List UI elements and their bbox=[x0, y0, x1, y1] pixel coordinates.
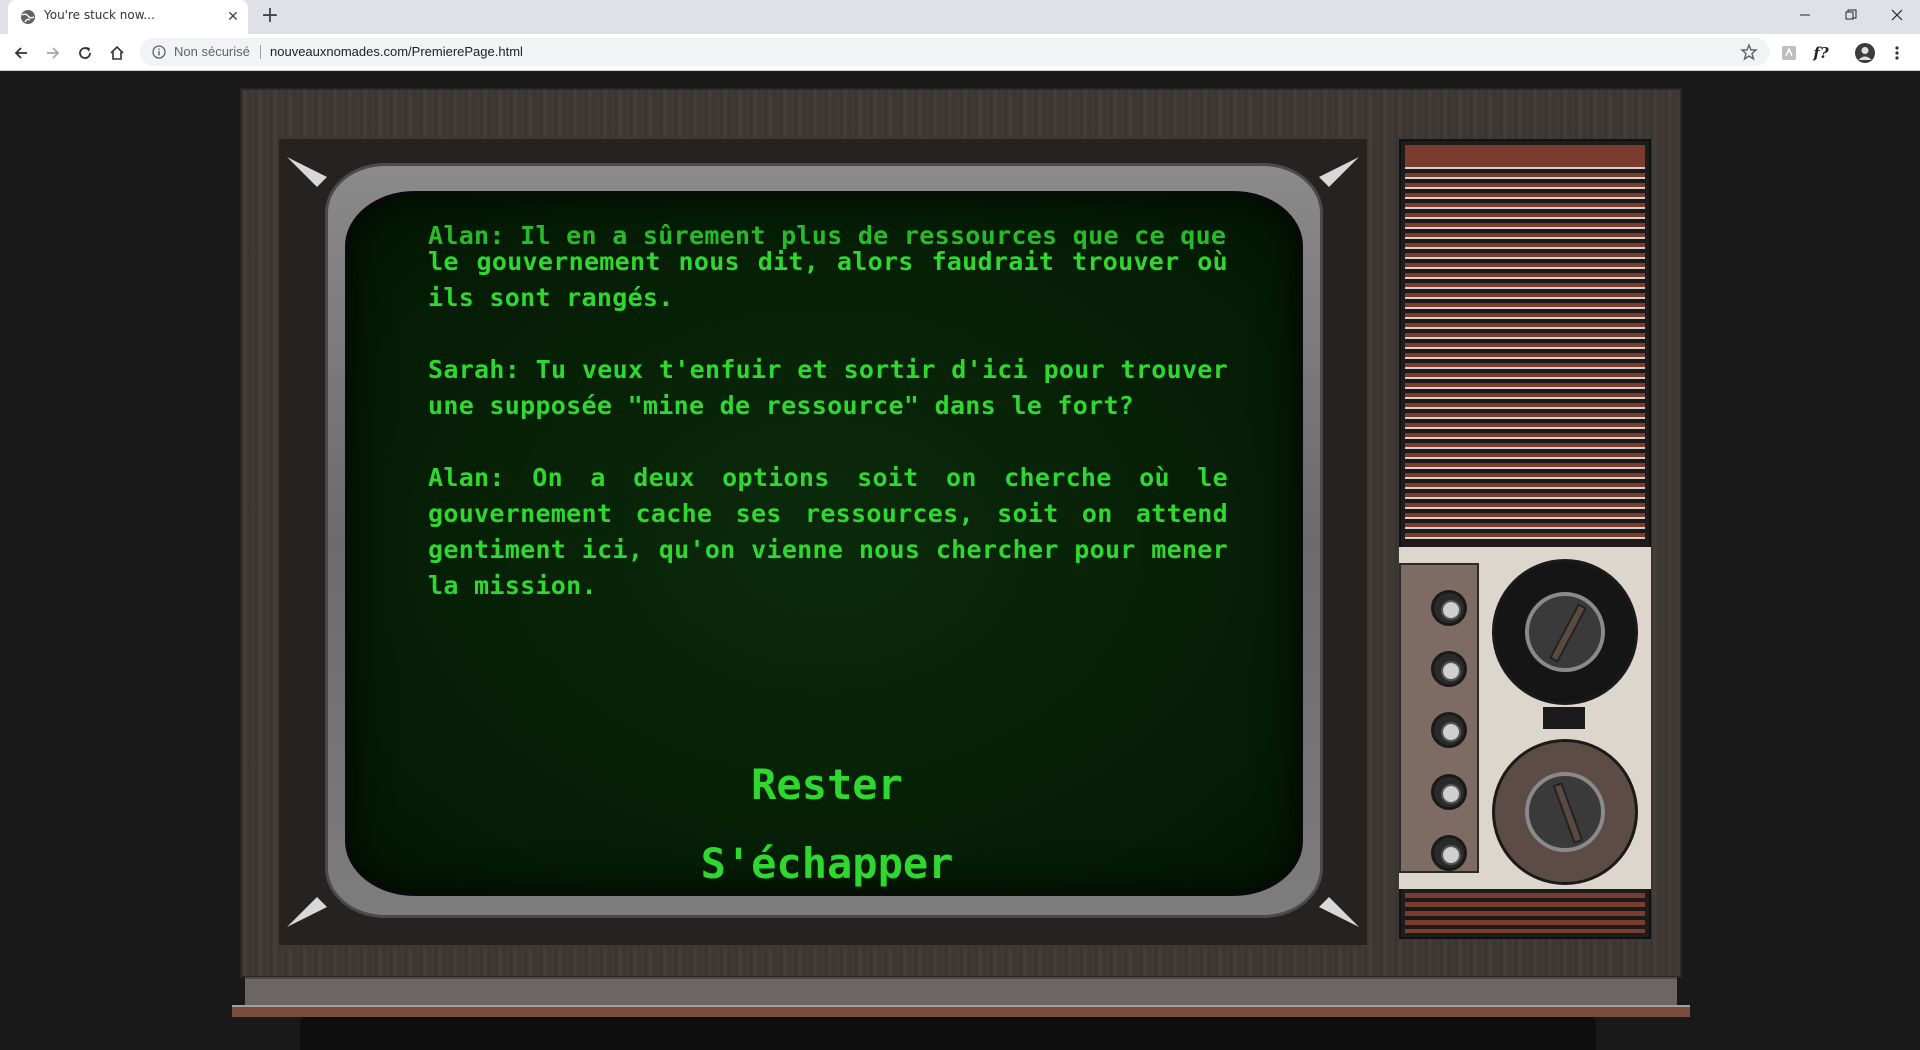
panel-button[interactable] bbox=[1431, 835, 1467, 871]
story-paragraph: le gouvernement nous dit, alors faudrait… bbox=[428, 247, 1228, 312]
tab-strip: You're stuck now... ✕ + bbox=[0, 0, 1920, 34]
address-bar[interactable]: Non sécurisé nouveauxnomades.com/Premier… bbox=[140, 38, 1770, 66]
volume-dial[interactable] bbox=[1492, 739, 1638, 885]
story-cut-line: Alan: Il en a sûrement plus de ressource… bbox=[428, 221, 1227, 250]
profile-avatar[interactable] bbox=[1852, 40, 1878, 66]
extension-button[interactable] bbox=[1776, 40, 1802, 66]
close-icon bbox=[1891, 9, 1903, 21]
menu-button[interactable] bbox=[1884, 40, 1910, 66]
indicator-light bbox=[1543, 707, 1585, 729]
globe-icon bbox=[21, 10, 35, 24]
bookmark-star-icon[interactable] bbox=[1740, 43, 1758, 61]
tv-stand bbox=[300, 1017, 1596, 1050]
security-status[interactable]: Non sécurisé bbox=[174, 44, 250, 59]
browser-tab[interactable]: You're stuck now... ✕ bbox=[8, 0, 248, 34]
story-paragraph: Sarah: Tu veux t'enfuir et sortir d'ici … bbox=[428, 355, 1228, 420]
tab-title: You're stuck now... bbox=[44, 8, 155, 22]
close-window-button[interactable] bbox=[1874, 0, 1920, 30]
browser-toolbar: Non sécurisé nouveauxnomades.com/Premier… bbox=[0, 34, 1920, 71]
bottom-grille bbox=[1405, 893, 1645, 933]
extension-icon bbox=[1782, 46, 1796, 60]
channel-dial-center bbox=[1525, 592, 1605, 672]
choice-echapper-button[interactable]: S'échapper bbox=[348, 839, 1300, 888]
panel-button[interactable] bbox=[1431, 651, 1467, 687]
dial-pointer bbox=[1549, 603, 1587, 663]
forward-button[interactable] bbox=[40, 40, 66, 66]
crt-screen: Alan: Il en a sûrement plus de ressource… bbox=[345, 191, 1303, 896]
home-button[interactable] bbox=[104, 40, 130, 66]
speaker-grille bbox=[1405, 145, 1645, 543]
page-viewport: Alan: Il en a sûrement plus de ressource… bbox=[0, 71, 1920, 1050]
dial-pointer bbox=[1552, 782, 1584, 844]
url-divider bbox=[260, 45, 261, 59]
arrow-right-icon bbox=[47, 47, 60, 59]
choice-rester-button[interactable]: Rester bbox=[348, 760, 1300, 809]
minimize-button[interactable] bbox=[1782, 0, 1828, 30]
home-icon bbox=[110, 45, 124, 60]
restore-button[interactable] bbox=[1828, 0, 1874, 30]
channel-dial[interactable] bbox=[1492, 559, 1638, 705]
volume-dial-center bbox=[1525, 772, 1605, 852]
kebab-menu-icon bbox=[1895, 46, 1899, 60]
tv-base-lip bbox=[232, 1005, 1690, 1017]
close-tab-button[interactable]: ✕ bbox=[224, 8, 242, 26]
restore-icon bbox=[1845, 9, 1857, 20]
story-text: Alan: Il en a sûrement plus de ressource… bbox=[428, 221, 1228, 640]
panel-button[interactable] bbox=[1431, 712, 1467, 748]
avatar-icon bbox=[1855, 43, 1875, 63]
tv-base bbox=[245, 977, 1677, 1007]
panel-button[interactable] bbox=[1431, 774, 1467, 810]
panel-button[interactable] bbox=[1431, 590, 1467, 626]
arrow-left-icon bbox=[14, 47, 27, 59]
url-text[interactable]: nouveauxnomades.com/PremierePage.html bbox=[270, 44, 523, 59]
info-icon bbox=[152, 45, 166, 59]
reload-icon bbox=[79, 47, 91, 59]
font-extension-button[interactable]: f? bbox=[1808, 40, 1834, 66]
story-paragraph: Alan: On a deux options soit on cherche … bbox=[428, 463, 1228, 600]
new-tab-button[interactable]: + bbox=[258, 5, 282, 29]
minimize-icon bbox=[1800, 14, 1810, 16]
reload-button[interactable] bbox=[72, 40, 98, 66]
back-button[interactable] bbox=[8, 40, 34, 66]
